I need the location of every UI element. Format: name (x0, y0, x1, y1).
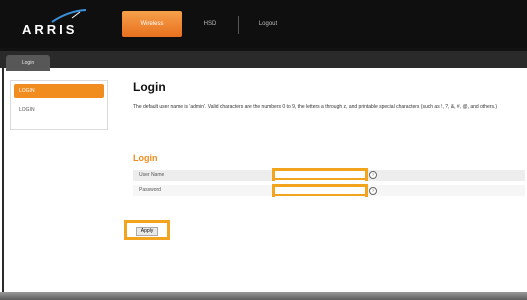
footer-bar (0, 292, 527, 300)
arris-swoosh-icon (51, 9, 87, 23)
section-title: Login (133, 153, 158, 163)
sidebar: LOGIN LOGIN (10, 80, 108, 130)
apply-button[interactable]: Apply (136, 227, 158, 236)
username-field-wrapper (272, 168, 368, 187)
sidebar-item-login[interactable]: LOGIN (14, 103, 104, 117)
page-title: Login (133, 80, 166, 94)
nav-divider (238, 16, 239, 34)
tab-logout[interactable]: Logout (246, 11, 290, 37)
brand-logo: ARRIS (22, 22, 78, 37)
username-help-icon[interactable]: ? (369, 171, 377, 179)
sidebar-item-login-active[interactable]: LOGIN (14, 84, 104, 98)
password-field-wrapper (272, 184, 368, 203)
sub-nav-bar: Login (0, 48, 527, 71)
page-description: The default user name is 'admin'. Valid … (133, 104, 498, 110)
tab-hsd[interactable]: HSD (190, 11, 230, 37)
password-label: Password (139, 187, 161, 193)
top-bar: ARRIS Wireless HSD Logout (0, 0, 527, 48)
password-field[interactable] (275, 195, 365, 203)
username-label: User Name (139, 172, 165, 178)
apply-button-highlight: Apply (124, 220, 170, 240)
password-help-icon[interactable]: ? (369, 187, 377, 195)
tab-wireless[interactable]: Wireless (122, 11, 182, 37)
